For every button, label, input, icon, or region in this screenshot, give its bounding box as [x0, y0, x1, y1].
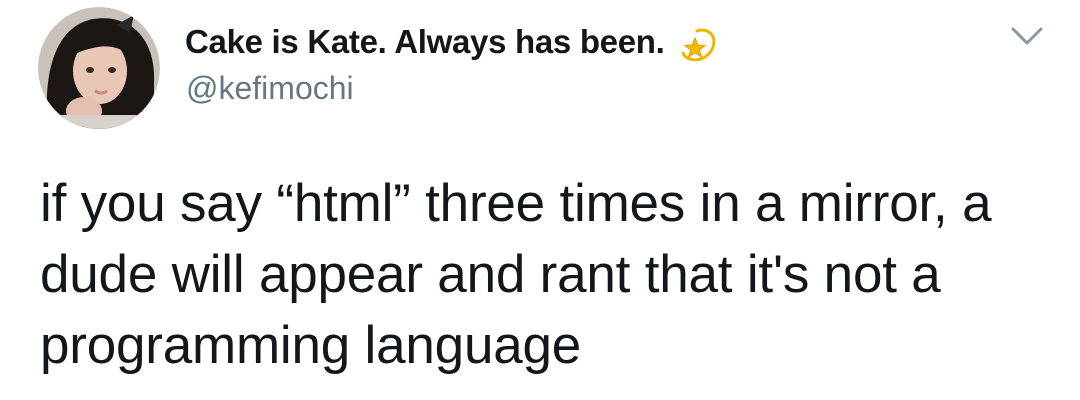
avatar[interactable] — [38, 7, 160, 129]
tweet-text: if you say “html” three times in a mirro… — [40, 174, 992, 375]
dizzy-star-icon — [677, 23, 719, 65]
avatar-image — [38, 7, 160, 129]
display-name[interactable]: Cake is Kate. Always has been. — [185, 23, 665, 61]
author-handle[interactable]: @kefimochi — [186, 70, 354, 107]
tweet-card: Cake is Kate. Always has been. @kefimoch… — [0, 0, 1080, 400]
author-name-row: Cake is Kate. Always has been. — [185, 22, 719, 62]
chevron-down-icon[interactable] — [1007, 22, 1047, 52]
